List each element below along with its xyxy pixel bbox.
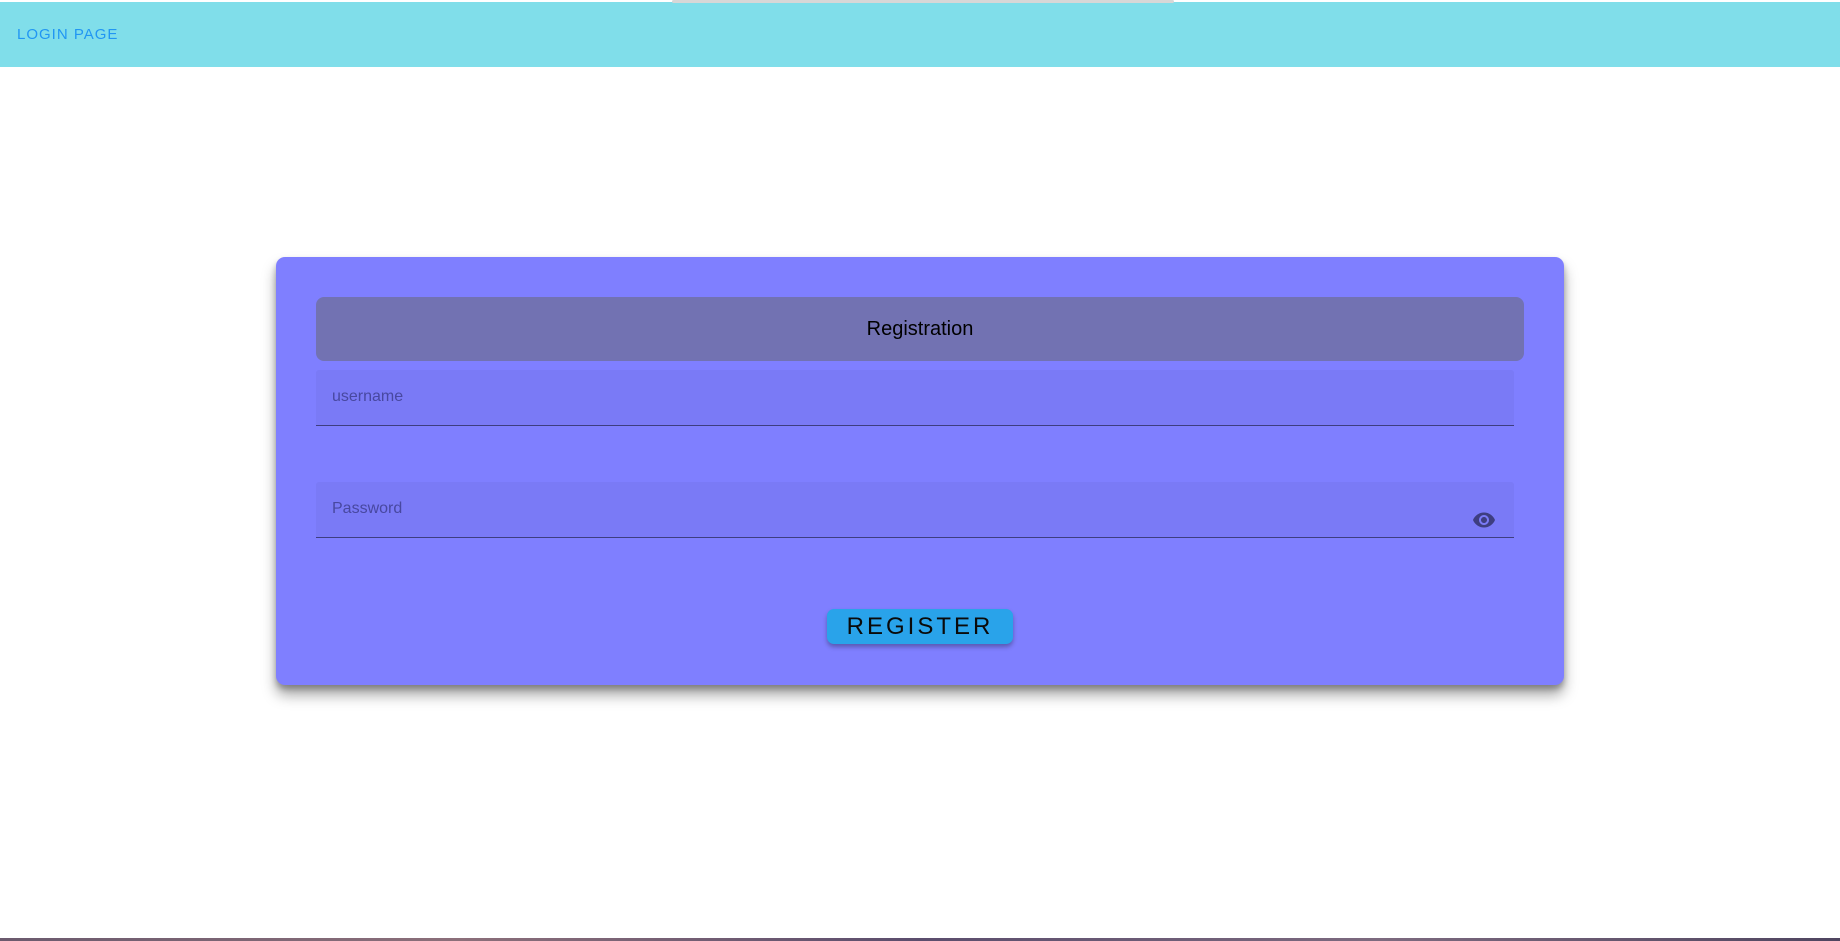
register-button[interactable]: REGISTER	[827, 609, 1013, 644]
login-page-link[interactable]: LOGIN PAGE	[17, 26, 118, 43]
password-input[interactable]	[332, 496, 1472, 522]
scroll-indicator	[672, 0, 1174, 3]
username-input[interactable]	[332, 384, 1472, 410]
password-field[interactable]	[316, 482, 1514, 538]
registration-card-header: Registration	[316, 297, 1524, 361]
top-app-bar: LOGIN PAGE	[0, 2, 1840, 67]
eye-icon[interactable]	[1472, 508, 1496, 532]
username-field[interactable]	[316, 370, 1514, 426]
card-title: Registration	[866, 317, 974, 340]
app-root: LOGIN PAGE Registration REGISTER	[0, 0, 1840, 941]
